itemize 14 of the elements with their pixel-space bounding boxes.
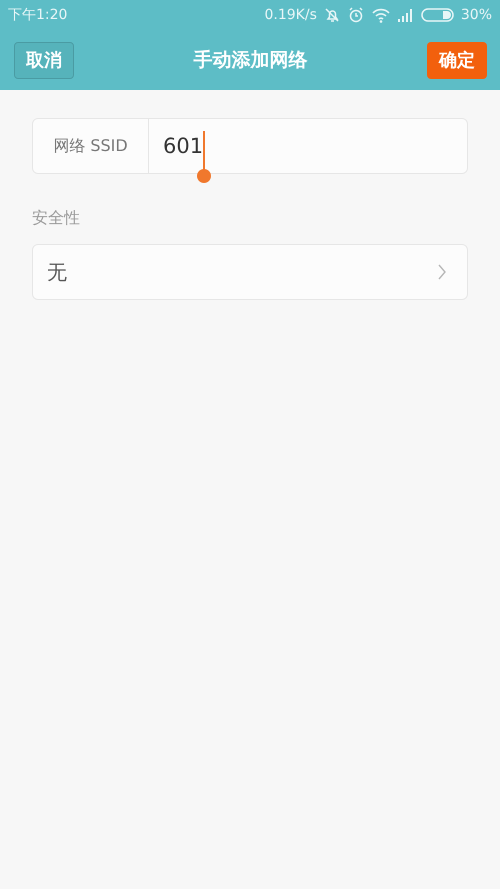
security-selector[interactable]: 无 (32, 244, 468, 300)
page-title: 手动添加网络 (194, 48, 308, 73)
battery-percent: 30% (460, 7, 492, 23)
alarm-clock-icon (346, 6, 365, 24)
status-time: 下午1:20 (8, 6, 68, 24)
ssid-input[interactable]: 601 (163, 134, 204, 158)
wifi-icon (370, 6, 391, 24)
network-speed: 0.19K/s (264, 7, 317, 23)
signal-icon (396, 7, 415, 23)
muted-bell-icon (322, 6, 341, 24)
chevron-right-icon (437, 263, 447, 281)
field-label: 网络 SSID (33, 119, 149, 173)
battery-icon (420, 7, 455, 23)
section-label: 安全性 (32, 208, 81, 229)
